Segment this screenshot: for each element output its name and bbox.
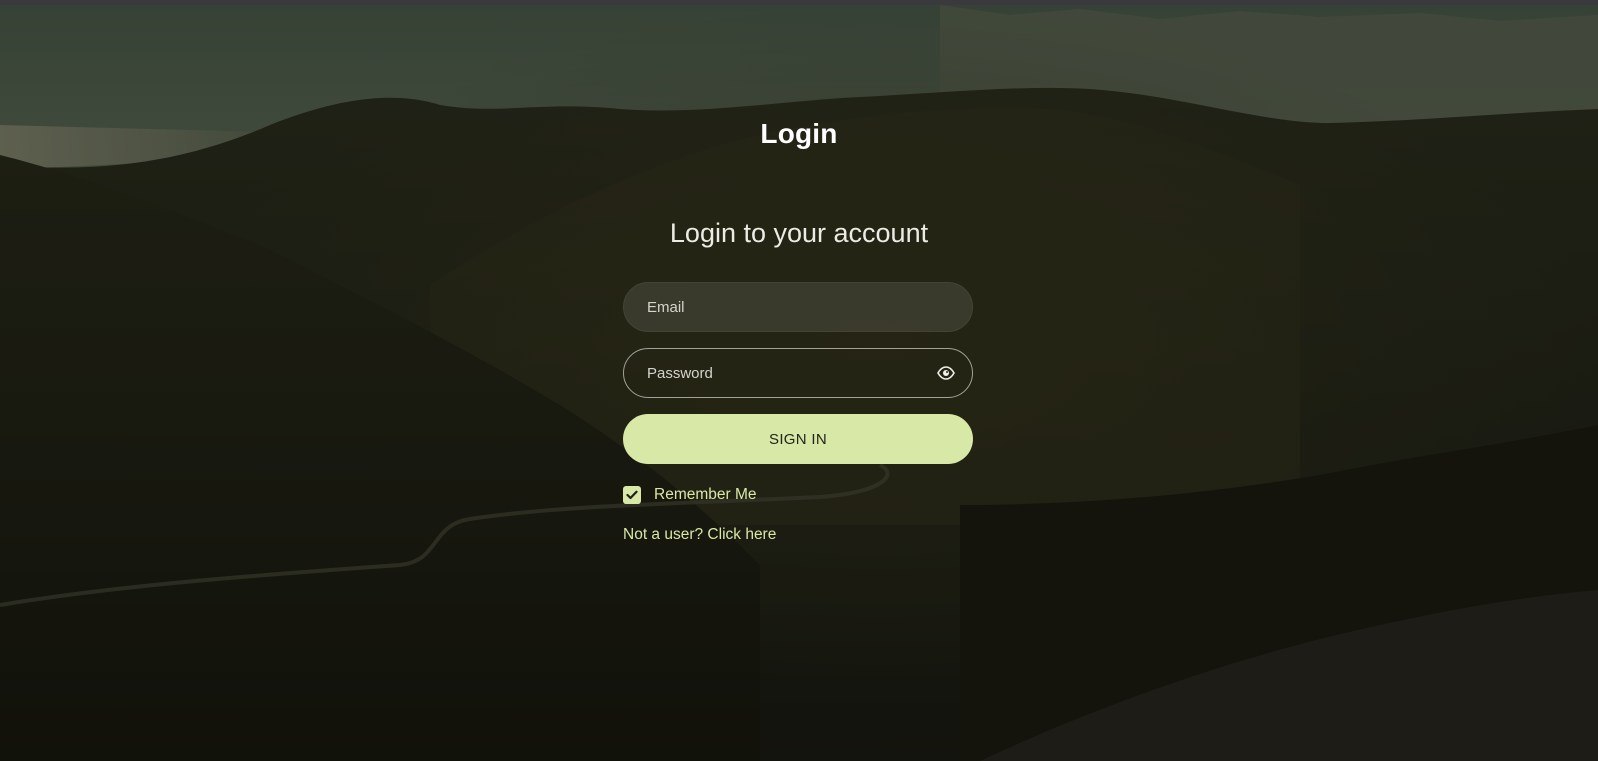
email-field-wrapper: [623, 282, 973, 332]
browser-top-strip: [0, 0, 1598, 5]
login-form-container: Login Login to your account SIGN IN: [0, 0, 1598, 761]
form-heading: Login to your account: [669, 218, 929, 248]
password-input[interactable]: [647, 349, 937, 397]
remember-me-checkbox[interactable]: [623, 486, 641, 504]
check-icon: [626, 490, 638, 500]
page-title: Login: [760, 118, 838, 149]
remember-me-toggle[interactable]: Remember Me: [623, 485, 757, 505]
eye-icon[interactable]: [937, 365, 955, 381]
sign-in-button[interactable]: SIGN IN: [623, 414, 973, 464]
remember-me-label: Remember Me: [654, 486, 757, 503]
password-field-wrapper: [623, 348, 973, 398]
signup-link[interactable]: Not a user? Click here: [623, 526, 776, 544]
email-input[interactable]: [647, 283, 937, 331]
login-page: Login Login to your account SIGN IN: [0, 0, 1598, 761]
